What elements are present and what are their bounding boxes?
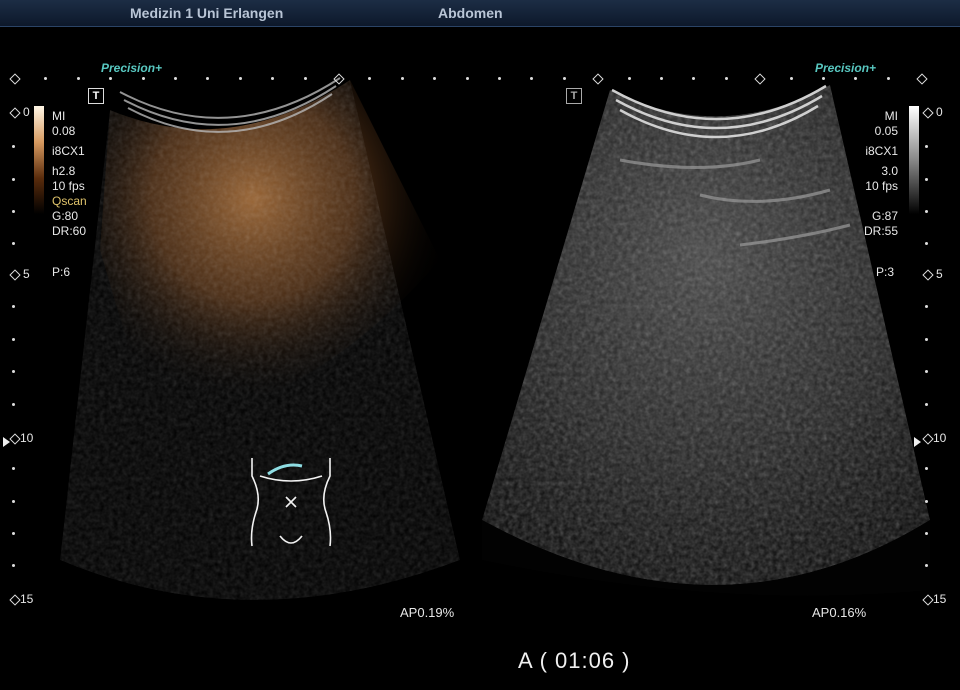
right-params: MI 0.05 i8CX1 3.0 10 fps G:87 DR:55 bbox=[863, 109, 898, 238]
lateral-minor-tick bbox=[238, 77, 242, 80]
left-acoustic-power: AP0.19% bbox=[400, 605, 455, 620]
lateral-minor-tick bbox=[498, 77, 501, 80]
left-trapezoid-icon[interactable]: T bbox=[88, 88, 104, 104]
lateral-minor-tick bbox=[303, 77, 307, 80]
left-params: MI 0.08 i8CX1 h2.8 10 fps Qscan G:80 DR:… bbox=[52, 109, 87, 238]
left-persistence: P:6 bbox=[52, 265, 71, 279]
left-precision-logo: Precision+ bbox=[101, 61, 163, 75]
lateral-minor-tick bbox=[400, 77, 404, 80]
lateral-minor-tick bbox=[141, 77, 145, 80]
lateral-minor-tick bbox=[724, 77, 728, 80]
right-precision-logo: Precision+ bbox=[815, 61, 877, 75]
right-focus-arrow-icon[interactable] bbox=[914, 437, 921, 447]
lateral-minor-tick bbox=[822, 77, 825, 80]
lateral-minor-tick bbox=[789, 77, 793, 80]
ultrasound-images bbox=[60, 77, 930, 600]
right-trapezoid-icon[interactable]: T bbox=[566, 88, 582, 104]
right-acoustic-power: AP0.16% bbox=[812, 605, 867, 620]
lateral-minor-tick bbox=[76, 77, 80, 80]
lateral-minor-tick bbox=[174, 77, 177, 80]
lateral-minor-tick bbox=[627, 77, 631, 80]
grayscale-colorbar bbox=[909, 106, 919, 214]
lateral-minor-tick bbox=[465, 77, 469, 80]
right-persistence: P:3 bbox=[876, 265, 895, 279]
left-focus-arrow-icon[interactable] bbox=[3, 437, 10, 447]
contrast-image bbox=[60, 77, 460, 600]
cine-timer: A ( 01:06 ) bbox=[518, 648, 631, 673]
lateral-minor-tick bbox=[660, 77, 663, 80]
lateral-minor-tick bbox=[886, 77, 890, 80]
contrast-colorbar bbox=[34, 106, 44, 214]
lateral-minor-tick bbox=[562, 77, 566, 80]
